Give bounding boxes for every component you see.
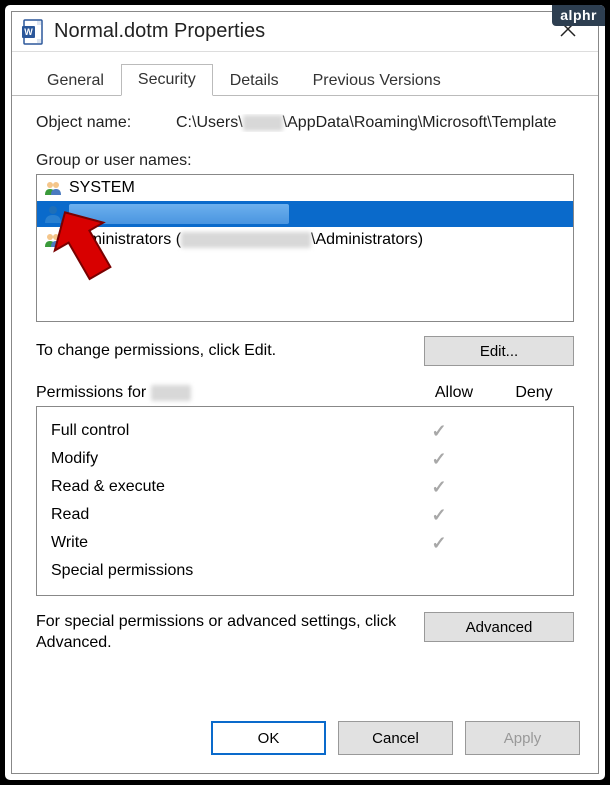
object-name-value: C:\Users\\AppData\Roaming\Microsoft\Temp… (176, 114, 574, 132)
advanced-text: For special permissions or advanced sett… (36, 612, 412, 654)
check-icon: ✓ (431, 533, 446, 553)
check-icon: ✓ (431, 477, 446, 497)
user-label: Administrators (\Administrators) (69, 231, 423, 249)
allow-column-header: Allow (414, 384, 494, 402)
properties-dialog: W Normal.dotm Properties General Securit… (11, 11, 599, 774)
user-list[interactable]: SYSTEM (36, 174, 574, 322)
perm-row: Read ✓ (37, 501, 573, 529)
user-row-system[interactable]: SYSTEM (37, 175, 573, 201)
group-user-names-label: Group or user names: (36, 152, 574, 170)
check-icon: ✓ (431, 421, 446, 441)
redacted-selected-user (69, 204, 289, 224)
watermark-badge: alphr (552, 5, 605, 26)
check-icon: ✓ (431, 505, 446, 525)
user-icon (43, 204, 63, 224)
tab-details[interactable]: Details (213, 65, 296, 96)
redacted-username (243, 115, 283, 131)
perm-row: Modify ✓ (37, 445, 573, 473)
titlebar: W Normal.dotm Properties (12, 12, 598, 52)
perm-row: Special permissions (37, 557, 573, 585)
svg-text:W: W (24, 27, 33, 37)
user-row-selected[interactable] (37, 201, 573, 227)
object-name-label: Object name: (36, 114, 176, 132)
dialog-footer: OK Cancel Apply (12, 707, 598, 773)
tab-strip: General Security Details Previous Versio… (12, 52, 598, 96)
window-title: Normal.dotm Properties (54, 20, 548, 43)
permissions-header: Permissions for Allow Deny (36, 384, 574, 402)
object-name-row: Object name: C:\Users\\AppData\Roaming\M… (36, 114, 574, 132)
redacted-username (151, 385, 191, 401)
tab-previous-versions[interactable]: Previous Versions (296, 65, 458, 96)
deny-column-header: Deny (494, 384, 574, 402)
tab-content: Object name: C:\Users\\AppData\Roaming\M… (12, 96, 598, 707)
cancel-button[interactable]: Cancel (338, 721, 453, 755)
user-row-administrators[interactable]: Administrators (\Administrators) (37, 227, 573, 253)
check-icon: ✓ (431, 449, 446, 469)
perm-row: Full control ✓ (37, 417, 573, 445)
tab-security[interactable]: Security (121, 64, 213, 96)
apply-button[interactable]: Apply (465, 721, 580, 755)
redacted-machine-name (181, 232, 311, 248)
user-label: SYSTEM (69, 179, 135, 197)
word-doc-icon: W (22, 19, 44, 45)
advanced-button[interactable]: Advanced (424, 612, 574, 642)
group-icon (43, 230, 63, 250)
ok-button[interactable]: OK (211, 721, 326, 755)
change-permissions-text: To change permissions, click Edit. (36, 342, 424, 360)
edit-button[interactable]: Edit... (424, 336, 574, 366)
perm-row: Read & execute ✓ (37, 473, 573, 501)
perm-row: Write ✓ (37, 529, 573, 557)
tab-general[interactable]: General (30, 65, 121, 96)
permissions-list: Full control ✓ Modify ✓ Read & execute ✓… (36, 406, 574, 596)
group-icon (43, 178, 63, 198)
